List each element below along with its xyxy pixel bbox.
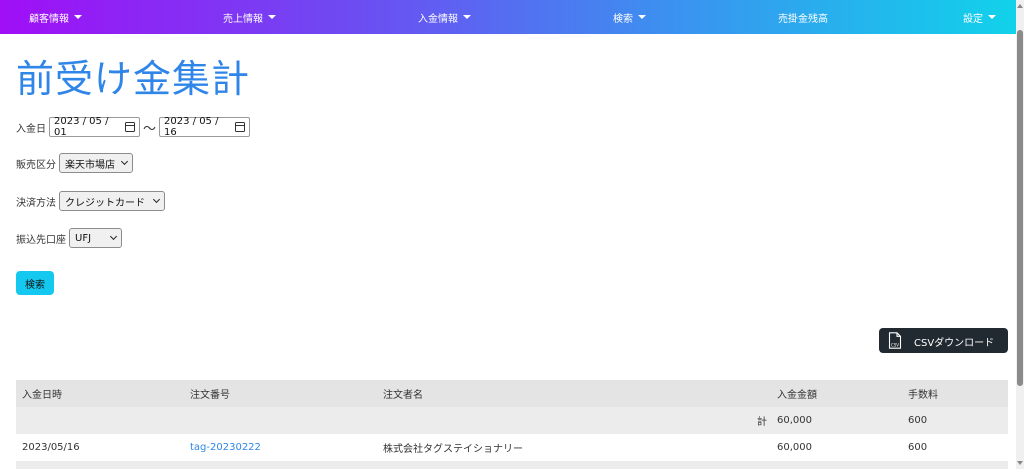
scroll-thumb[interactable] xyxy=(1017,30,1023,386)
payment-method-row: 決済方法 クレジットカード xyxy=(16,191,165,211)
date-to-input[interactable]: 2023 / 05 / 16 xyxy=(159,116,251,138)
bank-account-value: UFJ xyxy=(75,232,92,244)
search-button[interactable]: 検索 xyxy=(16,271,54,295)
chevron-down-icon xyxy=(152,195,161,204)
nav-search[interactable]: 検索 xyxy=(613,0,646,34)
date-from-value: 2023 / 05 / 01 xyxy=(54,116,109,138)
csv-icon-text: CSV xyxy=(891,342,899,347)
page-scrollbar[interactable] xyxy=(1016,0,1024,469)
date-from-input[interactable]: 2023 / 05 / 01 xyxy=(49,116,140,138)
nav-settings-label: 設定 xyxy=(963,13,983,25)
bank-account-label: 振込先口座 xyxy=(16,234,66,246)
table-total-row: 計 60,000 600 xyxy=(16,407,1008,434)
bank-account-select[interactable]: UFJ xyxy=(69,228,122,248)
payment-method-value: クレジットカード xyxy=(65,197,145,209)
column-header-fee: 手数料 xyxy=(908,390,938,401)
caret-down-icon xyxy=(268,15,276,19)
nav-sales-info[interactable]: 売上情報 xyxy=(223,0,276,34)
caret-down-icon xyxy=(74,15,82,19)
calendar-icon[interactable] xyxy=(235,122,246,132)
calendar-icon[interactable] xyxy=(125,122,135,132)
csv-file-icon: CSV xyxy=(888,332,902,349)
date-to-value: 2023 / 05 / 16 xyxy=(164,116,219,138)
payment-method-label: 決済方法 xyxy=(16,197,56,209)
csv-download-label: CSVダウンロード xyxy=(914,338,995,349)
nav-receivables-balance-label: 売掛金残高 xyxy=(778,13,828,25)
nav-payment-info-label: 入金情報 xyxy=(418,13,458,25)
sales-category-label: 販売区分 xyxy=(16,159,56,171)
row-customer-name: 株式会社タグステイショナリー xyxy=(383,444,523,455)
table-row: 2023/05/16 tag-20230222 株式会社タグステイショナリー 6… xyxy=(16,434,1008,461)
total-fee: 600 xyxy=(908,415,928,426)
nav-sales-info-label: 売上情報 xyxy=(223,13,263,25)
date-separator: 〜 xyxy=(143,121,157,137)
total-label: 計 xyxy=(757,417,767,428)
column-header-order-number: 注文番号 xyxy=(190,390,230,401)
column-header-date: 入金日時 xyxy=(22,390,62,401)
page-title: 前受け金集計 xyxy=(16,57,251,101)
payment-table: 入金日時 注文番号 注文者名 入金金額 手数料 計 60,000 600 202… xyxy=(16,380,1008,469)
sales-category-row: 販売区分 楽天市場店 xyxy=(16,153,133,173)
caret-down-icon xyxy=(638,15,646,19)
nav-customer-info-label: 顧客情報 xyxy=(29,13,69,25)
caret-down-icon xyxy=(988,15,996,19)
chevron-down-icon xyxy=(109,232,118,241)
row-order-number-link[interactable]: tag-20230222 xyxy=(190,434,261,461)
row-date: 2023/05/16 xyxy=(22,442,80,453)
csv-download-button[interactable]: CSV CSVダウンロード xyxy=(879,328,1008,353)
sales-category-value: 楽天市場店 xyxy=(65,159,115,171)
top-navbar: 顧客情報 売上情報 入金情報 検索 売掛金残高 設定 xyxy=(0,0,1016,34)
table-header-row: 入金日時 注文番号 注文者名 入金金額 手数料 xyxy=(16,380,1008,407)
table-row-partial xyxy=(16,461,1008,469)
payment-method-select[interactable]: クレジットカード xyxy=(59,191,165,211)
bank-account-row: 振込先口座 UFJ xyxy=(16,228,122,248)
nav-receivables-balance[interactable]: 売掛金残高 xyxy=(778,0,828,34)
chevron-down-icon xyxy=(120,157,129,166)
row-amount: 60,000 xyxy=(777,442,812,453)
nav-customer-info[interactable]: 顧客情報 xyxy=(29,0,82,34)
total-amount: 60,000 xyxy=(777,415,812,426)
row-fee: 600 xyxy=(908,442,928,453)
date-range-row: 入金日 2023 / 05 / 01 〜 2023 / 05 / 16 xyxy=(16,116,251,138)
date-label: 入金日 xyxy=(16,123,46,135)
scroll-down-arrow-icon[interactable] xyxy=(1017,461,1023,465)
column-header-amount: 入金金額 xyxy=(777,390,817,401)
sales-category-select[interactable]: 楽天市場店 xyxy=(59,153,133,173)
nav-payment-info[interactable]: 入金情報 xyxy=(418,0,471,34)
column-header-customer-name: 注文者名 xyxy=(383,390,423,401)
nav-search-label: 検索 xyxy=(613,13,633,25)
nav-settings[interactable]: 設定 xyxy=(963,0,996,34)
caret-down-icon xyxy=(463,15,471,19)
scroll-up-arrow-icon[interactable] xyxy=(1017,4,1023,8)
